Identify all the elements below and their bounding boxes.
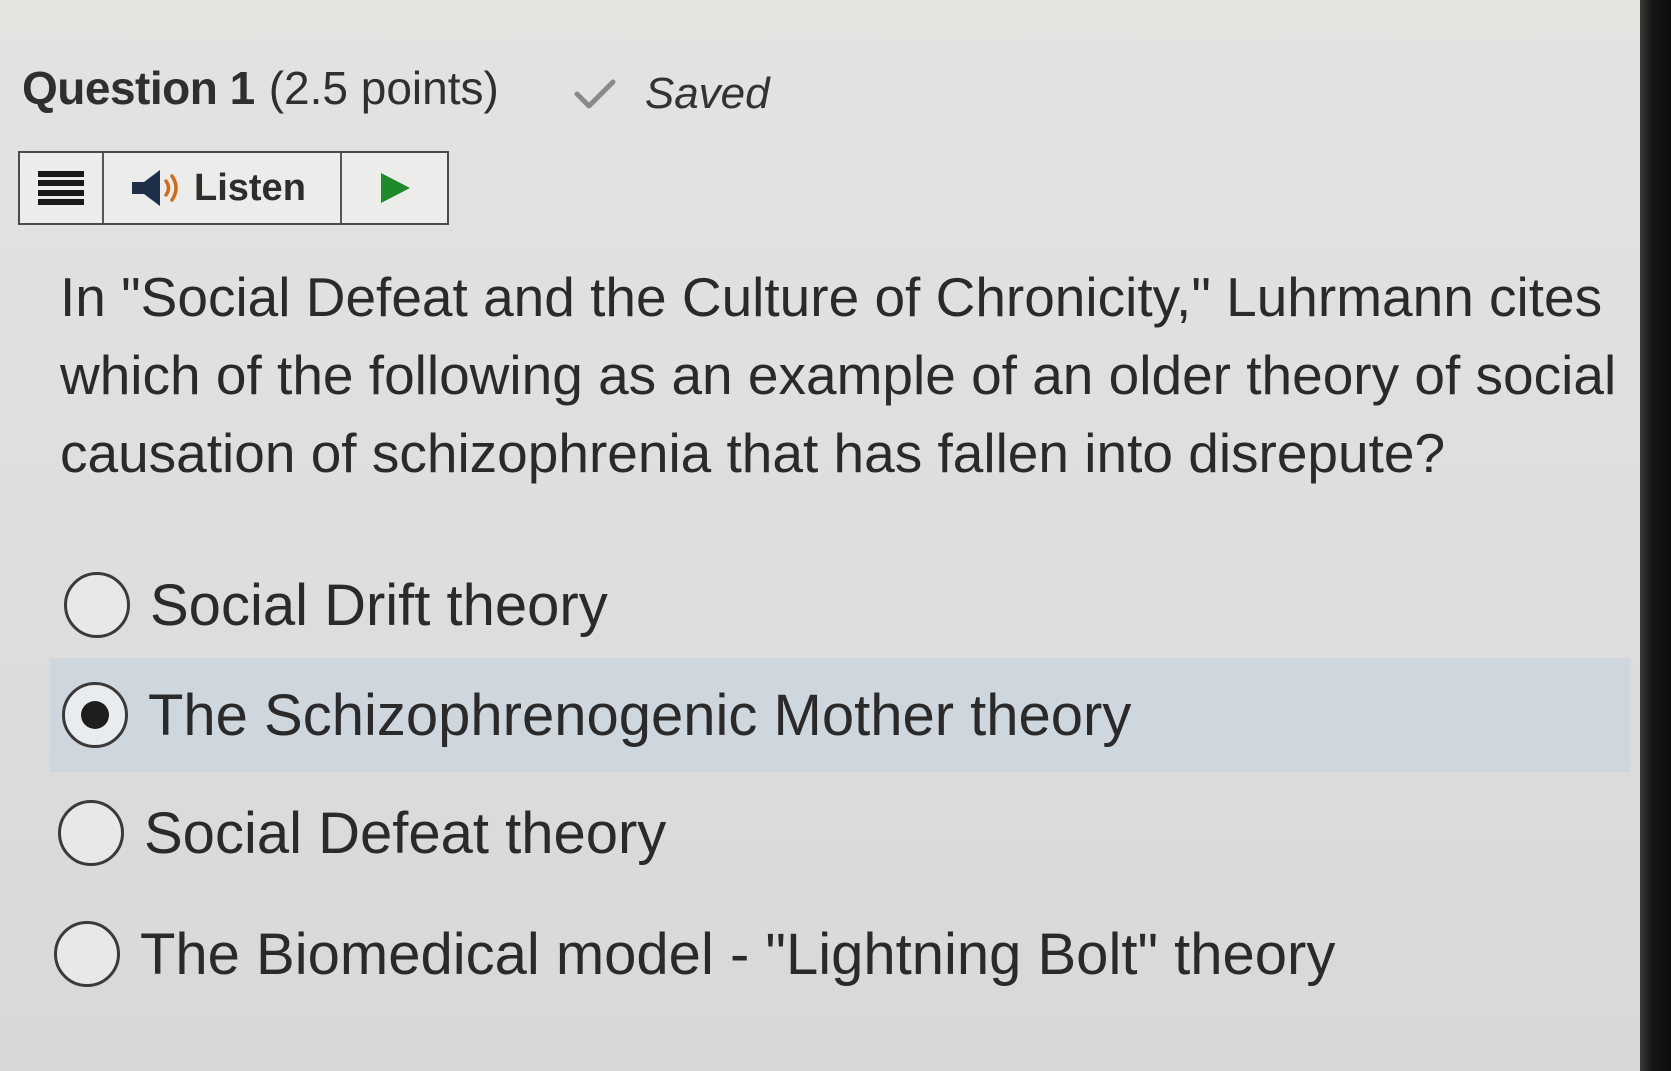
answer-option-social-drift[interactable]: Social Drift theory [50, 548, 1630, 662]
listen-menu-button[interactable] [20, 153, 104, 223]
question-points: (2.5 points) [268, 62, 499, 114]
question-title: Question 1 [22, 62, 255, 114]
checkmark-icon [574, 79, 616, 109]
option-label: Social Drift theory [150, 572, 608, 638]
readspeaker-toolbar: Listen [18, 151, 449, 225]
hamburger-menu-icon [38, 171, 84, 205]
option-label: The Biomedical model - "Lightning Bolt" … [140, 921, 1336, 987]
option-label: Social Defeat theory [144, 800, 667, 866]
listen-button[interactable]: Listen [104, 153, 342, 223]
saved-label: Saved [644, 69, 770, 118]
option-label: The Schizophrenogenic Mother theory [148, 682, 1132, 748]
speaker-icon [132, 170, 178, 206]
play-icon [380, 173, 410, 203]
radio-button[interactable] [64, 572, 130, 638]
radio-button[interactable] [54, 921, 120, 987]
play-button[interactable] [342, 153, 447, 223]
question-prompt: In "Social Defeat and the Culture of Chr… [60, 266, 1617, 484]
saved-status: Saved [573, 69, 770, 119]
answer-option-social-defeat[interactable]: Social Defeat theory [50, 776, 1630, 890]
answer-option-schizophrenogenic-mother[interactable]: The Schizophrenogenic Mother theory [50, 658, 1630, 772]
radio-button[interactable] [58, 800, 124, 866]
radio-selected-dot [81, 701, 109, 729]
quiz-page: Question 1 (2.5 points) Saved Listen In … [0, 0, 1640, 1071]
radio-button-selected[interactable] [62, 682, 128, 748]
listen-label: Listen [194, 166, 306, 209]
question-header: Question 1 (2.5 points) Saved [22, 58, 770, 118]
answer-option-biomedical-model[interactable]: The Biomedical model - "Lightning Bolt" … [50, 897, 1630, 1011]
screen-bezel [1640, 0, 1671, 1071]
